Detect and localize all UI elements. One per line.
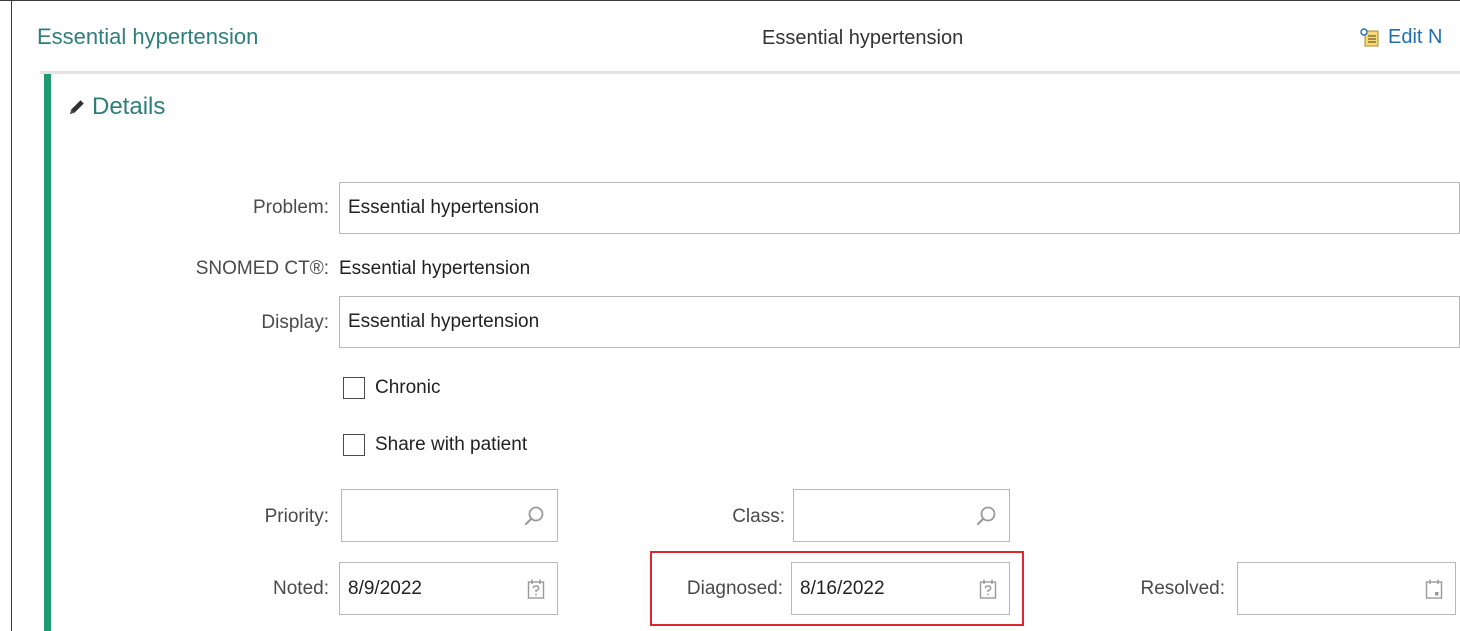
problem-display-name: Essential hypertension: [762, 27, 964, 49]
resolved-label: Resolved:: [1140, 578, 1226, 599]
details-title: Details: [92, 93, 166, 120]
snomed-label: SNOMED CT®:: [195, 258, 329, 279]
chronic-checkbox[interactable]: [343, 377, 365, 399]
class-input[interactable]: [793, 489, 1010, 542]
noted-calendar-unknown-icon[interactable]: [527, 578, 545, 600]
priority-input[interactable]: [341, 489, 558, 542]
share-with-patient-checkbox[interactable]: [343, 434, 365, 456]
diagnosed-highlight-annotation: [650, 551, 1024, 626]
display-input[interactable]: Essential hypertension: [339, 296, 1460, 348]
display-label: Display:: [261, 312, 329, 333]
problem-title[interactable]: Essential hypertension: [37, 24, 258, 50]
problem-input[interactable]: Essential hypertension: [339, 182, 1460, 234]
chronic-checkbox-row[interactable]: Chronic: [343, 377, 440, 399]
share-with-patient-label: Share with patient: [375, 434, 528, 455]
noted-date-input[interactable]: 8/9/2022: [339, 562, 558, 615]
problem-value: Essential hypertension: [348, 197, 540, 218]
window-left-border: [11, 0, 12, 631]
edit-notes-label: Edit N: [1388, 26, 1443, 48]
section-accent-bar: [44, 74, 51, 631]
priority-search-icon[interactable]: [523, 505, 545, 527]
edit-notes-link[interactable]: Edit N: [1360, 26, 1442, 49]
resolved-calendar-icon[interactable]: [1425, 578, 1443, 600]
details-section-header: Details: [68, 93, 165, 121]
class-label: Class:: [732, 506, 785, 527]
panel-divider: [40, 71, 1460, 74]
pencil-icon: [70, 100, 84, 114]
chronic-label: Chronic: [375, 377, 441, 398]
snomed-value: Essential hypertension: [339, 258, 531, 279]
priority-label: Priority:: [264, 506, 329, 527]
problem-header: Essential hypertension Essential hyperte…: [12, 1, 1460, 71]
problem-label: Problem:: [252, 197, 329, 218]
share-checkbox-row[interactable]: Share with patient: [343, 434, 527, 456]
noted-value: 8/9/2022: [348, 577, 422, 599]
display-value: Essential hypertension: [348, 311, 540, 332]
noted-label: Noted:: [273, 578, 329, 599]
edit-notes-icon: [1360, 27, 1379, 46]
class-search-icon[interactable]: [975, 505, 997, 527]
resolved-date-input[interactable]: [1237, 562, 1456, 615]
